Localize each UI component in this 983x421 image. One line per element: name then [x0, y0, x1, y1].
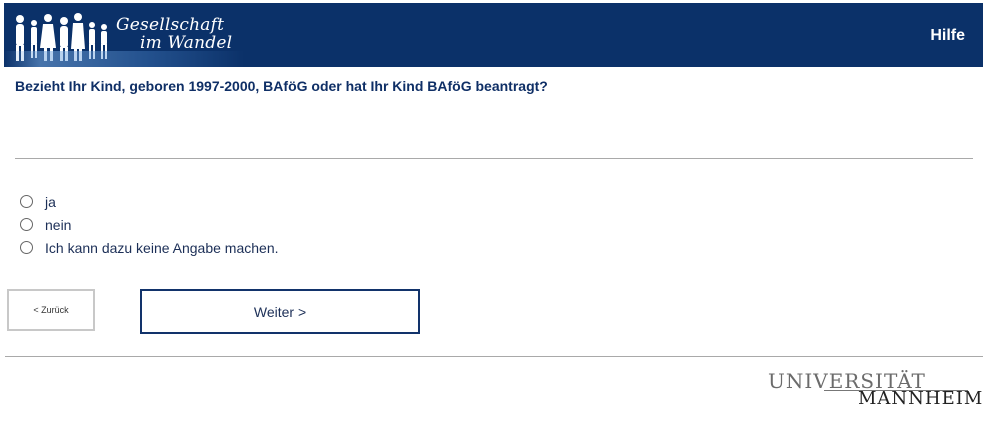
footer-divider	[5, 356, 983, 357]
logo-wave	[4, 51, 244, 67]
option-label: nein	[45, 216, 72, 233]
option-label: ja	[45, 193, 56, 210]
radio-button[interactable]	[20, 218, 33, 231]
option-label: Ich kann dazu keine Angabe machen.	[45, 239, 279, 256]
back-button[interactable]: < Zurück	[7, 289, 95, 331]
option-ja[interactable]: ja	[18, 190, 279, 213]
divider	[15, 158, 973, 159]
radio-button[interactable]	[20, 195, 33, 208]
next-button[interactable]: Weiter >	[140, 289, 420, 334]
logo-text-line2: im Wandel	[140, 33, 233, 53]
study-logo: Gesellschaft im Wandel	[4, 3, 244, 67]
answer-options: ja nein Ich kann dazu keine Angabe mache…	[18, 190, 279, 259]
university-logo: UNIVERSITÄT MANNHEIM	[768, 369, 982, 409]
help-link[interactable]: Hilfe	[930, 27, 965, 45]
header-bar: Gesellschaft im Wandel Hilfe	[4, 3, 983, 67]
logo-text-line1: Gesellschaft	[116, 15, 225, 35]
option-nein[interactable]: nein	[18, 213, 279, 236]
option-keine-angabe[interactable]: Ich kann dazu keine Angabe machen.	[18, 236, 279, 259]
university-logo-bottom: MANNHEIM	[858, 388, 983, 409]
radio-button[interactable]	[20, 241, 33, 254]
question-text: Bezieht Ihr Kind, geboren 1997-2000, BAf…	[15, 78, 548, 94]
